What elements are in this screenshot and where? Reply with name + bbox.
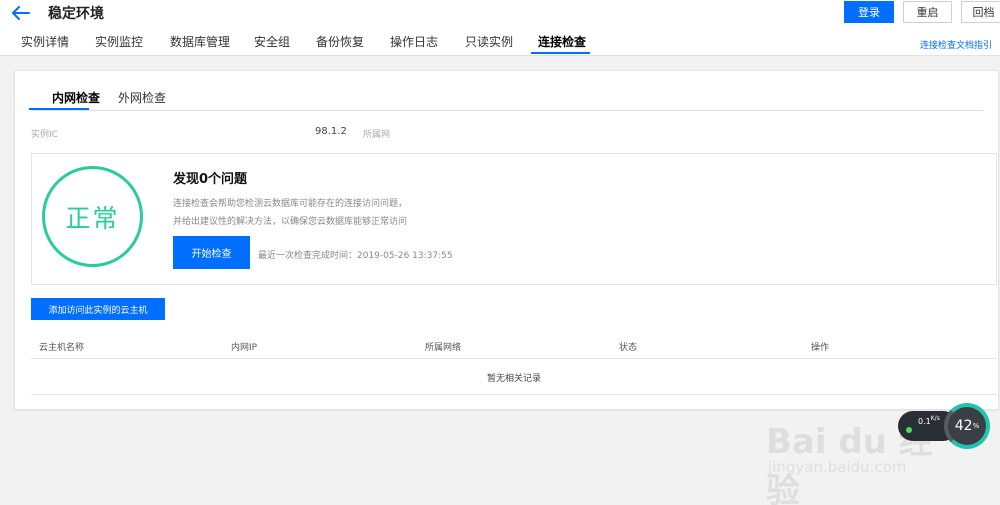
usage-percent-ring: 42% [944,403,990,449]
active-subtab-indicator [29,108,89,110]
speed-unit: K/s [930,415,940,422]
network-label: 所属网 [363,130,391,140]
result-title: 发现0个问题 [173,172,248,187]
table-empty-state: 暂无相关记录 [31,360,997,395]
tab-intranet-check[interactable]: 内网检查 [52,89,100,106]
tab-instance-monitor[interactable]: 实例监控 [95,33,143,56]
status-text: 正常 [65,203,120,233]
tab-database-management[interactable]: 数据库管理 [170,33,230,56]
column-header-actions: 操作 [811,343,830,353]
tab-backup-restore[interactable]: 备份恢复 [316,33,364,56]
usage-percent-value: 42 [954,418,973,434]
last-check-time: 最近一次检查完成时间：2019-05-26 13:37:55 [258,251,453,261]
status-ring: 正常 [42,166,143,267]
back-arrow-icon[interactable] [12,6,30,20]
check-description-line1: 连接检查会帮助您检测云数据库可能存在的连接访问问题， [173,199,408,209]
column-header-host-name: 云主机名称 [39,343,85,353]
tab-operation-log[interactable]: 操作日志 [390,33,438,56]
connection-check-doc-link[interactable]: 连接检查文档指引 [920,38,992,51]
table-header: 云主机名称 内网IP 所属网络 状态 操作 [31,333,997,359]
check-description-line2: 并给出建议性的解决方法，以确保您云数据库能够正常访问 [173,217,408,227]
column-header-status: 状态 [619,343,638,353]
speed-indicator-dot [906,427,912,433]
tab-instance-details[interactable]: 实例详情 [21,33,69,56]
speed-value: 0.1 [918,416,931,426]
network-speed-widget[interactable]: 0.1K/s 42% [898,403,990,451]
start-check-button[interactable]: 开始检查 [173,236,250,269]
connection-check-panel: 内网检查 外网检查 实例IC 98.1.2 所属网 正常 发现0个问题 连接检查… [14,70,999,410]
page-title: 稳定环境 [48,6,104,22]
check-result-card: 正常 发现0个问题 连接检查会帮助您检测云数据库可能存在的连接访问问题， 并给出… [31,153,997,285]
login-button[interactable]: 登录 [844,1,894,23]
tab-internet-check[interactable]: 外网检查 [118,89,166,106]
usage-percent-unit: % [972,422,980,430]
watermark-url: jingyan.baidu.com [768,458,907,476]
column-header-network: 所属网络 [425,343,462,353]
add-cvm-button[interactable]: 添加访问此实例的云主机 [31,298,165,320]
instance-id-label: 实例IC [31,130,58,140]
column-header-private-ip: 内网IP [231,343,258,353]
tab-security-group[interactable]: 安全组 [254,33,290,56]
active-tab-indicator [531,52,590,54]
tab-readonly-instance[interactable]: 只读实例 [465,33,513,56]
restart-button[interactable]: 重启 [903,1,952,23]
top-bar: 稳定环境 登录 重启 回档 实例详情 实例监控 数据库管理 安全组 备份恢复 操… [0,0,1000,56]
instance-ip-value: 98.1.2 [315,126,347,137]
check-type-tabs: 内网检查 外网检查 [31,89,983,111]
rollback-button[interactable]: 回档 [961,1,1000,23]
